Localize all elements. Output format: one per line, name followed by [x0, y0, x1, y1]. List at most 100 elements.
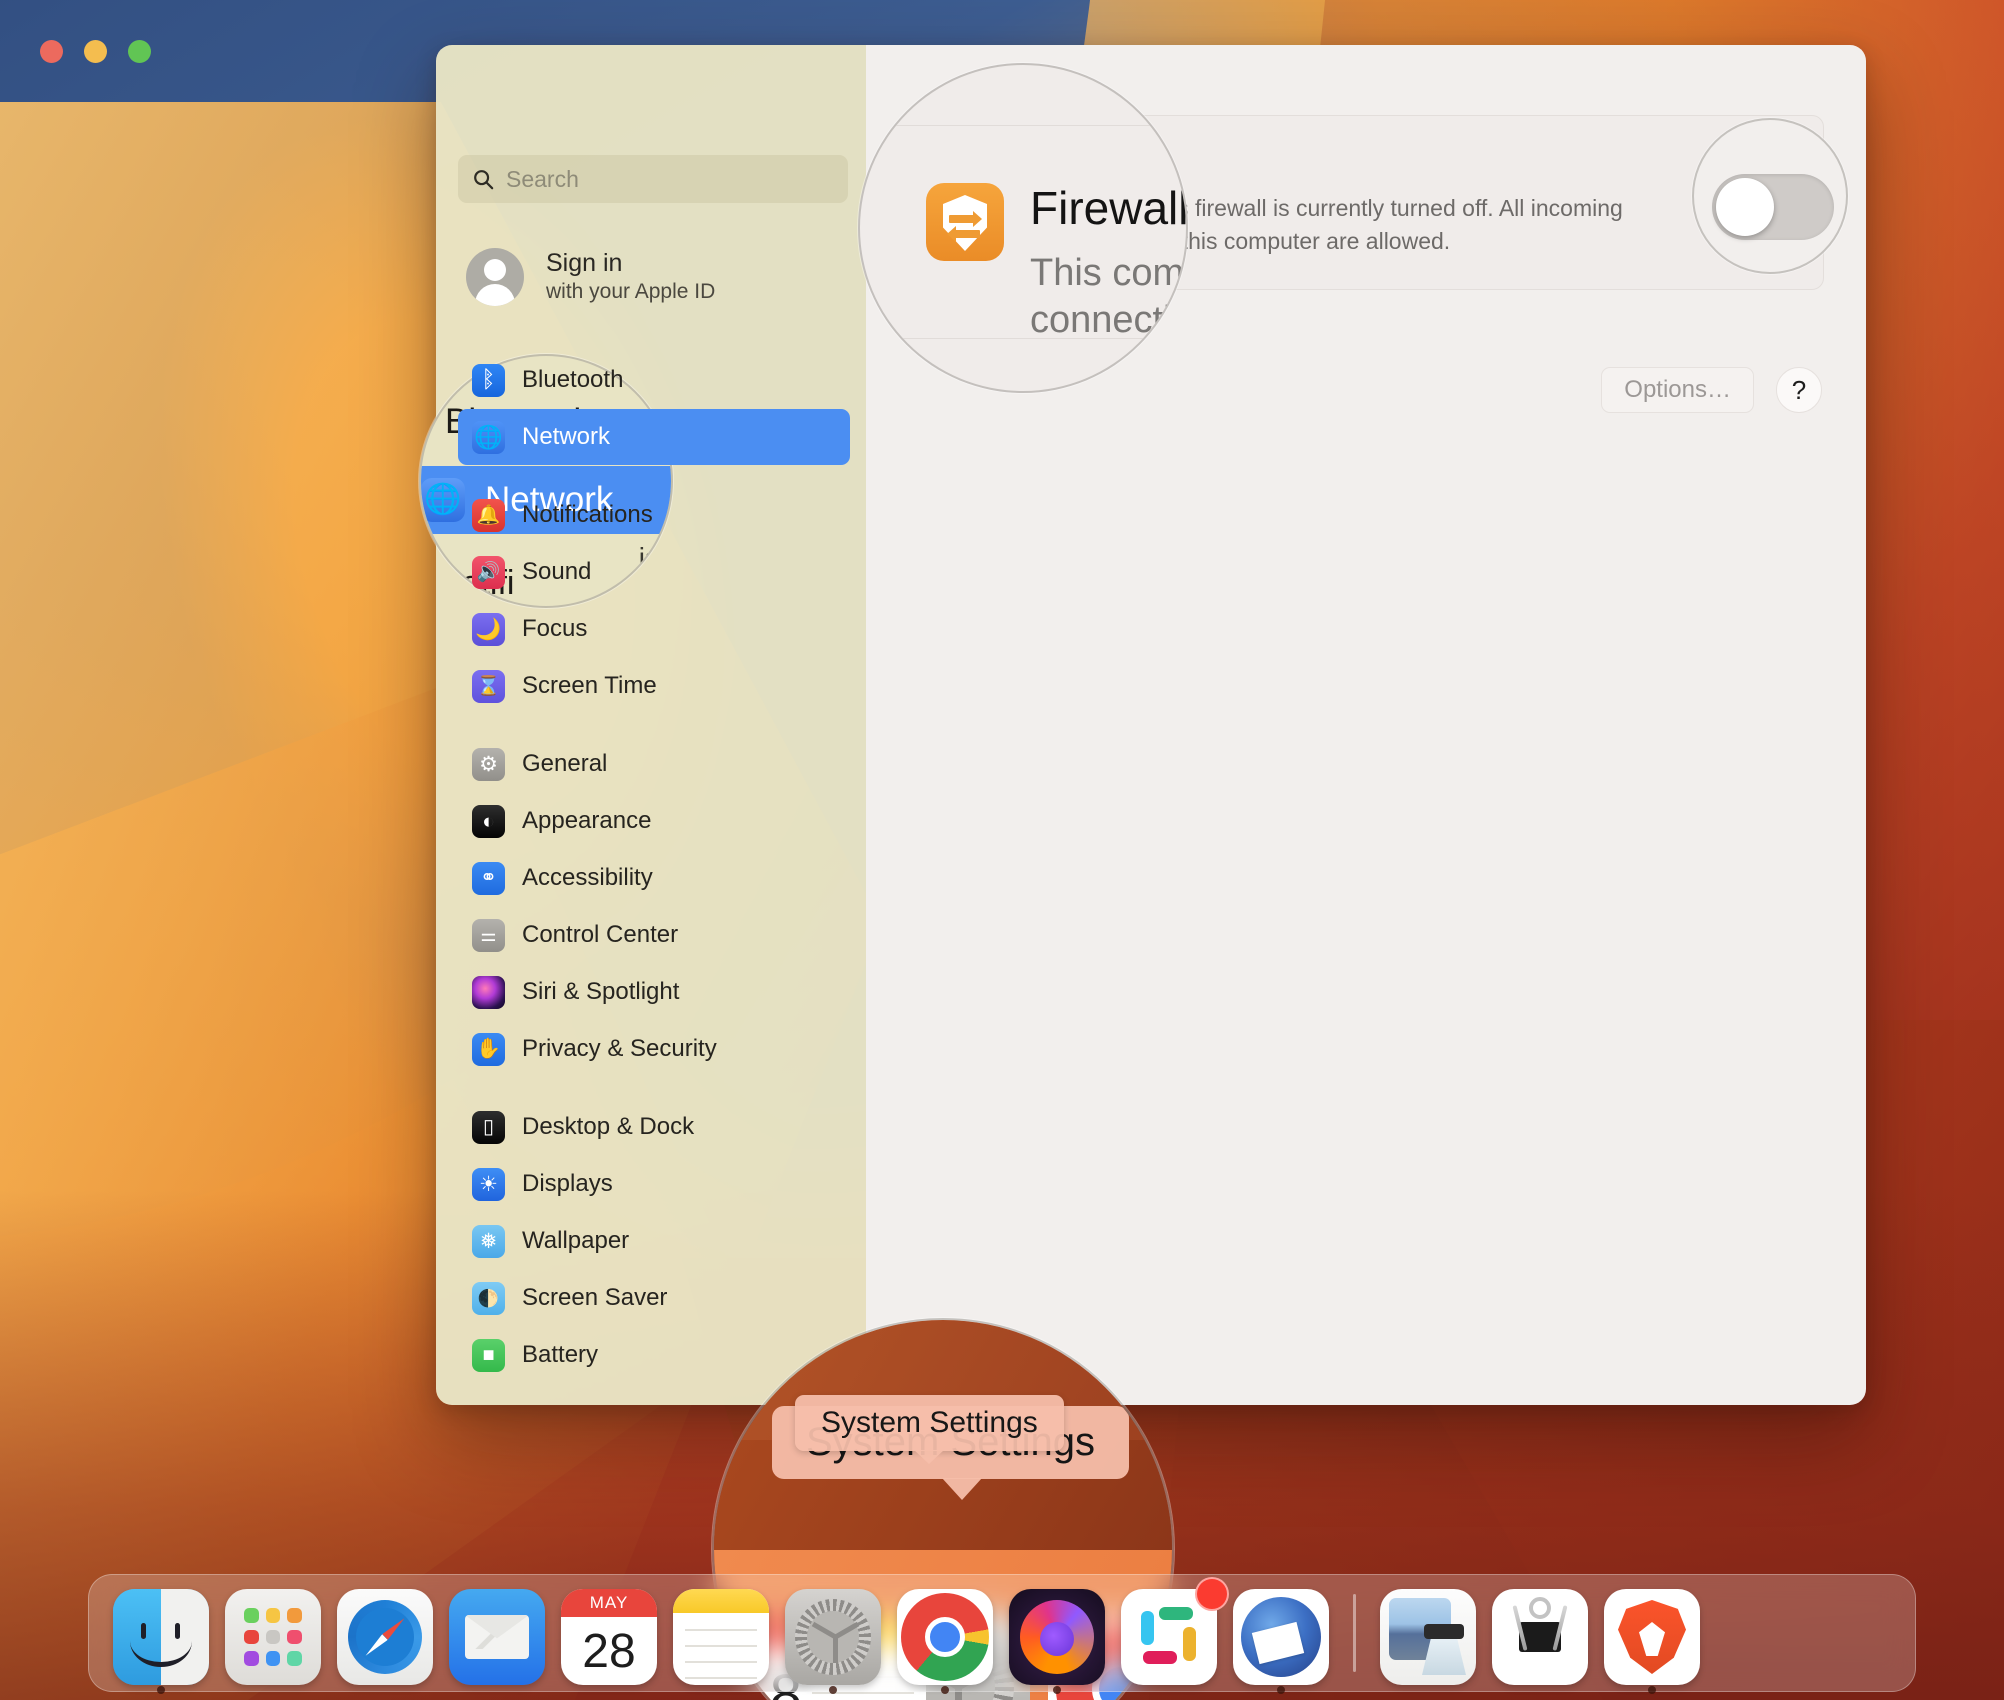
brave-icon — [1604, 1589, 1700, 1685]
firefox-icon — [1009, 1589, 1105, 1685]
gear-icon: ⚙ — [472, 747, 505, 781]
sidebar-item-wallpaper[interactable]: ❅ Wallpaper — [458, 1213, 850, 1269]
sidebar-item-screen-saver[interactable]: 🌓 Screen Saver — [458, 1270, 850, 1326]
running-indicator — [1277, 1686, 1285, 1694]
moon-icon: 🌙 — [472, 612, 505, 646]
sidebar-item-privacy-security[interactable]: ✋ Privacy & Security — [458, 1021, 850, 1077]
zoom-button[interactable] — [128, 40, 151, 63]
sidebar-item-label: Battery — [522, 1341, 599, 1368]
person-avatar-icon — [466, 248, 524, 306]
calendar-day: 28 — [582, 1624, 636, 1678]
close-button[interactable] — [40, 40, 63, 63]
calendar-icon: MAY 28 — [561, 1589, 657, 1685]
window-traffic-lights — [40, 40, 151, 63]
search-icon — [474, 170, 494, 190]
sidebar-item-siri-spotlight[interactable]: Siri & Spotlight — [458, 964, 850, 1020]
calendar-month: MAY — [561, 1589, 657, 1617]
dock-item-safari[interactable] — [329, 1581, 441, 1685]
hand-icon: ✋ — [472, 1032, 505, 1066]
firewall-description: This computer's firewall is currently tu… — [1027, 195, 1623, 254]
minimize-button[interactable] — [84, 40, 107, 63]
sidebar-item-label: Focus — [522, 615, 588, 642]
sidebar-item-label: General — [522, 750, 608, 777]
sidebar-item-bluetooth[interactable]: ᛔ Bluetooth — [458, 352, 850, 408]
help-button[interactable]: ? — [1776, 367, 1822, 413]
sidebar-item-label: Screen Saver — [522, 1284, 668, 1311]
sidebar-item-label: Displays — [522, 1170, 613, 1197]
running-indicator — [157, 1686, 165, 1694]
globe-icon: 🌐 — [472, 420, 505, 454]
settings-content-pane: Firewall This computer's firewall is cur… — [866, 45, 1866, 1405]
flower-icon: ❅ — [472, 1224, 505, 1258]
notes-icon — [673, 1589, 769, 1685]
sidebar-item-label: Siri & Spotlight — [522, 978, 680, 1005]
hourglass-icon: ⌛ — [472, 669, 505, 703]
search-field[interactable] — [458, 155, 848, 203]
firewall-actions: Options… ? — [1601, 367, 1822, 413]
slack-badge — [1195, 1577, 1229, 1611]
sidebar-item-label: Desktop & Dock — [522, 1113, 695, 1140]
dock-item-slack[interactable] — [1113, 1577, 1229, 1685]
dock-item-firefox[interactable] — [1001, 1581, 1113, 1694]
dock-item-mail[interactable] — [441, 1581, 553, 1685]
sidebar-item-displays[interactable]: ☀ Displays — [458, 1156, 850, 1212]
sidebar-nav: ᛔ Bluetooth 🌐 Network 🔔 Notifications 🔊 … — [458, 352, 850, 1405]
dock-item-xcode[interactable] — [1484, 1581, 1596, 1685]
sidebar-item-label: Control Center — [522, 921, 679, 948]
sidebar-item-network[interactable]: 🌐 Network — [458, 409, 850, 465]
options-button[interactable]: Options… — [1601, 367, 1754, 413]
apple-id-line1: Sign in — [546, 248, 623, 277]
dock-item-brave-browser[interactable] — [1596, 1581, 1708, 1694]
dock-item-notes[interactable] — [665, 1581, 777, 1685]
sidebar-item-battery[interactable]: ■ Battery — [458, 1327, 850, 1383]
sidebar-item-desktop-dock[interactable]: ▯ Desktop & Dock — [458, 1099, 850, 1155]
siri-orb-icon — [472, 975, 505, 1009]
sidebar-item-label: Bluetooth — [522, 366, 624, 393]
thunderbird-icon — [1233, 1589, 1329, 1685]
firewall-toggle[interactable] — [1697, 175, 1789, 228]
accessibility-icon: ⚭ — [472, 861, 505, 895]
finder-icon — [113, 1589, 209, 1685]
firewall-toggle-knob — [1700, 178, 1746, 225]
apple-id-line2: with your Apple ID — [546, 279, 716, 303]
sidebar-item-label: Privacy & Security — [522, 1035, 717, 1062]
nav-group-desktop: ▯ Desktop & Dock ☀ Displays ❅ Wallpaper … — [458, 1099, 850, 1383]
sidebar-item-focus[interactable]: 🌙 Focus — [458, 601, 850, 657]
dock-item-preview[interactable] — [1372, 1581, 1484, 1685]
dock-item-launchpad[interactable] — [217, 1581, 329, 1685]
sidebar-item-appearance[interactable]: ◐ Appearance — [458, 793, 850, 849]
nav-group-connectivity: ᛔ Bluetooth 🌐 Network — [458, 352, 850, 465]
apple-id-signin-row[interactable]: Sign in with your Apple ID — [466, 240, 846, 314]
sidebar-item-label: Notifications — [522, 501, 653, 528]
screensaver-icon: 🌓 — [472, 1281, 505, 1315]
sidebar-item-label: Sound — [522, 558, 592, 585]
running-indicator — [1648, 1686, 1656, 1694]
speaker-icon: 🔊 — [472, 555, 505, 589]
sidebar-item-label: Appearance — [522, 807, 652, 834]
sidebar-item-control-center[interactable]: ⚌ Control Center — [458, 907, 850, 963]
dock-item-google-chrome[interactable] — [889, 1581, 1001, 1694]
sidebar-item-label: Network — [522, 423, 611, 450]
sidebar-item-accessibility[interactable]: ⚭ Accessibility — [458, 850, 850, 906]
sidebar-item-screen-time[interactable]: ⌛ Screen Time — [458, 658, 850, 714]
system-settings-icon — [785, 1589, 881, 1685]
dock-item-system-settings[interactable] — [777, 1581, 889, 1694]
dock-item-thunderbird[interactable] — [1225, 1581, 1337, 1694]
firewall-shield-icon — [927, 164, 1001, 239]
sidebar-item-general[interactable]: ⚙ General — [458, 736, 850, 792]
sidebar-item-notifications[interactable]: 🔔 Notifications — [458, 487, 850, 543]
sidebar-item-label: Wallpaper — [522, 1227, 630, 1254]
apple-id-text: Sign in with your Apple ID — [546, 249, 715, 305]
notifications-icon: 🔔 — [472, 498, 505, 532]
dock-item-calendar[interactable]: MAY 28 — [553, 1581, 665, 1685]
running-indicator — [829, 1686, 837, 1694]
battery-icon: ■ — [472, 1338, 505, 1372]
search-input[interactable] — [506, 165, 834, 193]
sidebar-item-sound[interactable]: 🔊 Sound — [458, 544, 850, 600]
sliders-icon: ⚌ — [472, 918, 505, 952]
dock: MAY 28 — [88, 1574, 1916, 1694]
contrast-circle-icon: ◐ — [472, 804, 505, 838]
dock-item-finder[interactable] — [105, 1581, 217, 1694]
running-indicator — [941, 1686, 949, 1694]
mail-icon — [449, 1589, 545, 1685]
